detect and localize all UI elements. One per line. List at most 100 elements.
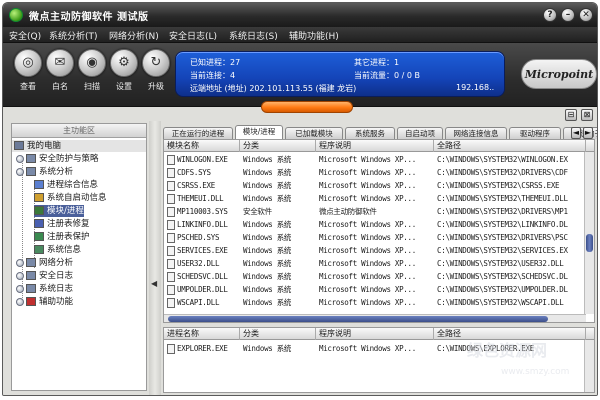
view-button[interactable]: ◎ 查看 <box>11 49 45 92</box>
table-row[interactable]: PSCHED.SYS Windows 系统 Microsoft Windows XP… <box>164 231 594 244</box>
expand-toggle-icon[interactable] <box>16 167 24 176</box>
tree-item[interactable]: 系统分析 <box>16 166 73 178</box>
whitelist-button[interactable]: ✉ 白名 <box>43 49 77 92</box>
column-header[interactable]: 程序说明 <box>316 328 434 340</box>
update-button[interactable]: ↻ 升级 <box>139 49 173 92</box>
table-cell: C:\WINDOWS\SYSTEM32\USER32.DLL <box>434 257 586 270</box>
expand-panel-button[interactable] <box>261 101 353 113</box>
help-button[interactable]: ? <box>543 8 557 22</box>
column-header[interactable]: 程序说明 <box>316 140 434 152</box>
tab[interactable]: 已加载模块 <box>285 127 343 139</box>
table-row[interactable]: UMPOLDER.DLL Windows 系统 Microsoft Windows … <box>164 283 594 296</box>
cell-text: Microsoft Windows XP... <box>319 194 416 203</box>
scan-button[interactable]: ◉ 扫描 <box>75 49 109 92</box>
cell-text: Microsoft Windows XP... <box>319 285 416 294</box>
expand-toggle-icon[interactable] <box>16 297 24 306</box>
table-row[interactable]: CDFS.SYS Windows 系统 Microsoft Windows XP..… <box>164 166 594 179</box>
tree-item[interactable]: 注册表修复 <box>34 218 90 230</box>
tree-item[interactable]: 注册表保护 <box>34 231 90 243</box>
expand-toggle-icon[interactable] <box>16 271 24 280</box>
tree-item[interactable]: 系统自启动信息 <box>34 192 107 204</box>
panel-minimize-button[interactable]: ⊟ <box>565 109 577 121</box>
tree-node-icon <box>26 284 36 293</box>
title-bar[interactable]: 微点主动防御软件 测试版 ? – ✕ <box>3 3 597 27</box>
cell-text: Microsoft Windows XP... <box>319 344 416 353</box>
cell-text: Windows 系统 <box>243 155 292 164</box>
column-header[interactable]: 分类 <box>240 328 316 340</box>
whitelist-label: 白名 <box>52 82 68 91</box>
menu-system-log[interactable]: 系统日志(S) <box>229 29 278 42</box>
cell-text: PSCHED.SYS <box>177 233 220 242</box>
cell-text: LINKINFO.DLL <box>177 220 228 229</box>
logo-text: Micropoint <box>524 68 594 81</box>
menu-network-analysis[interactable]: 网络分析(N) <box>109 29 159 42</box>
table-cell: Windows 系统 <box>240 257 316 270</box>
tree-item[interactable]: 辅助功能 <box>16 296 73 308</box>
settings-button[interactable]: ⚙ 设置 <box>107 49 141 92</box>
minimize-button[interactable]: – <box>561 8 575 22</box>
column-header[interactable]: 全路径 <box>434 140 586 152</box>
settings-icon: ⚙ <box>118 55 130 70</box>
expand-toggle-icon[interactable] <box>16 258 24 267</box>
table-cell: PSCHED.SYS <box>164 231 240 244</box>
table-row[interactable]: WINLOGON.EXE Windows 系统 Microsoft Windows … <box>164 153 594 166</box>
expand-toggle-icon[interactable] <box>16 154 24 163</box>
table-row[interactable]: USER32.DLL Windows 系统 Microsoft Windows XP… <box>164 257 594 270</box>
table-row[interactable]: LINKINFO.DLL Windows 系统 Microsoft Windows … <box>164 218 594 231</box>
tree-node-icon <box>34 193 44 202</box>
tab-scroll-right-button[interactable]: ► <box>583 127 593 139</box>
tab[interactable]: 系统服务 <box>345 127 395 139</box>
table-cell: Microsoft Windows XP... <box>316 218 434 231</box>
tree-item[interactable]: 安全防护与策略 <box>16 153 99 165</box>
tab[interactable]: 驱动程序 <box>509 127 561 139</box>
horizontal-scrollbar[interactable] <box>164 314 586 322</box>
tree-node-icon <box>26 154 36 163</box>
table-row[interactable]: WSCAPI.DLL Windows 系统 Microsoft Windows XP… <box>164 296 594 309</box>
table-row[interactable]: THEMEUI.DLL Windows 系统 Microsoft Windows X… <box>164 192 594 205</box>
cell-text: Windows 系统 <box>243 194 292 203</box>
table-cell: Microsoft Windows XP... <box>316 244 434 257</box>
panel-splitter[interactable]: ◀ <box>149 121 161 395</box>
scroll-thumb[interactable] <box>586 234 593 252</box>
scroll-thumb[interactable] <box>168 316 548 322</box>
table-row[interactable]: CSRSS.EXE Windows 系统 Microsoft Windows XP.… <box>164 179 594 192</box>
table-row[interactable]: SERVICES.EXE Windows 系统 Microsoft Windows … <box>164 244 594 257</box>
cell-text: C:\WINDOWS\SYSTEM32\UMPOLDER.DL <box>437 285 568 294</box>
table-cell: Windows 系统 <box>240 342 316 355</box>
menu-tools[interactable]: 辅助功能(H) <box>289 29 339 42</box>
table-row[interactable]: MP110003.SYS 安全软件 微点主动防御软件 C:\WINDOWS\SYSTE… <box>164 205 594 218</box>
tree-item[interactable]: 网络分析 <box>16 257 73 269</box>
settings-label: 设置 <box>116 82 132 91</box>
tab[interactable]: 网络连接信息 <box>445 127 507 139</box>
tree-item[interactable]: 进程综合信息 <box>34 179 98 191</box>
cell-text: C:\WINDOWS\SYSTEM32\SCHEDSVC.DL <box>437 272 568 281</box>
expand-toggle-icon[interactable] <box>16 284 24 293</box>
vertical-scrollbar[interactable] <box>584 152 594 314</box>
table-row[interactable]: SCHEDSVC.DLL Windows 系统 Microsoft Windows … <box>164 270 594 283</box>
scan-label: 扫描 <box>84 82 100 91</box>
close-button[interactable]: ✕ <box>579 8 593 22</box>
tab-scroll-left-button[interactable]: ◄ <box>571 127 581 139</box>
table-cell: C:\WINDOWS\SYSTEM32\WSCAPI.DLL <box>434 296 586 309</box>
tree-item-label: 我的电脑 <box>27 141 62 151</box>
tree-item[interactable]: 系统信息 <box>34 244 81 256</box>
tree-item[interactable]: 系统日志 <box>16 283 73 295</box>
table-cell: Windows 系统 <box>240 153 316 166</box>
tree-item[interactable]: 我的电脑 <box>12 140 146 152</box>
tab[interactable]: 自启动项 <box>397 127 443 139</box>
menu-system-analysis[interactable]: 系统分析(T) <box>49 29 98 42</box>
tree-item[interactable]: 安全日志 <box>16 270 73 282</box>
column-header[interactable]: 进程名称 <box>164 328 240 340</box>
collapse-arrow-icon[interactable]: ◀ <box>151 279 157 288</box>
tree-node-icon <box>34 206 44 215</box>
whitelist-icon: ✉ <box>54 55 66 70</box>
menu-security-log[interactable]: 安全日志(L) <box>169 29 217 42</box>
column-header[interactable]: 模块名称 <box>164 140 240 152</box>
tab[interactable]: 模块/进程 <box>235 125 283 139</box>
tree-item[interactable]: 模块/进程 <box>34 205 84 217</box>
window-title: 微点主动防御软件 测试版 <box>29 12 149 23</box>
column-header[interactable]: 分类 <box>240 140 316 152</box>
panel-close-button[interactable]: ⊠ <box>581 109 593 121</box>
menu-security[interactable]: 安全(Q) <box>9 29 41 42</box>
tab[interactable]: 正在运行的进程 <box>163 127 233 139</box>
